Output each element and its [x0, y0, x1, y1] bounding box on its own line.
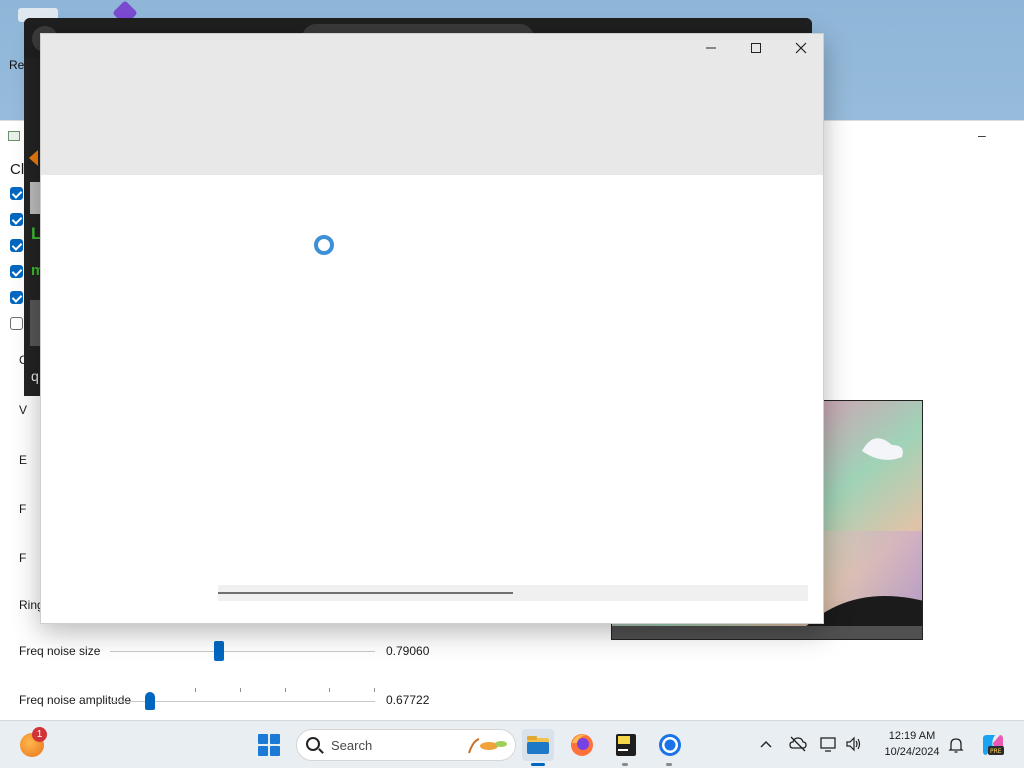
active-app-indicator: [531, 763, 545, 766]
setting-label: F: [19, 502, 27, 516]
loading-spinner: [314, 235, 334, 255]
copilot-icon[interactable]: PRE: [980, 733, 1006, 757]
minimize-button[interactable]: –: [978, 127, 986, 143]
slider-tick: [285, 688, 286, 692]
taskbar-search[interactable]: Search: [296, 729, 516, 761]
clock-time[interactable]: 12:19 AM: [872, 730, 952, 742]
firefox-icon: [571, 734, 593, 756]
minimize-button[interactable]: [688, 34, 734, 62]
close-icon: [795, 42, 807, 54]
slider-tick: [195, 688, 196, 692]
windows-logo-icon: [270, 734, 280, 744]
notification-badge: 1: [32, 727, 47, 742]
maximize-button[interactable]: [733, 34, 779, 62]
checkbox-2[interactable]: [10, 213, 23, 226]
setting-label: V: [19, 403, 28, 417]
chevron-up-icon[interactable]: [760, 739, 772, 749]
progress-track: [218, 585, 808, 601]
loading-window: [40, 33, 824, 624]
freq-noise-amplitude-label: Freq noise amplitude: [19, 693, 132, 707]
freq-noise-size-label: Freq noise size: [19, 644, 101, 658]
slider-tick: [329, 688, 330, 692]
network-icon[interactable]: [820, 736, 838, 752]
chrome-icon: [659, 734, 681, 756]
checkbox-5[interactable]: [10, 291, 23, 304]
windows-logo-icon: [258, 746, 268, 756]
close-button[interactable]: [778, 34, 824, 62]
svg-text:PRE: PRE: [990, 748, 1002, 755]
clock-date[interactable]: 10/24/2024: [872, 746, 952, 758]
start-button[interactable]: [258, 734, 280, 756]
taskbar: 1 Search 12:19 AM 10/24/2024 PRE: [0, 720, 1024, 768]
desktop-icon-label[interactable]: Re: [9, 58, 24, 72]
slider-tick: [374, 688, 375, 692]
notification-bell-icon[interactable]: [948, 736, 964, 754]
search-icon: [306, 737, 320, 751]
cloud-offline-icon[interactable]: [789, 736, 807, 752]
slider-tick: [240, 688, 241, 692]
freq-noise-size-value: 0.79060: [386, 644, 430, 658]
app-window-icon: [8, 131, 20, 141]
windows-logo-icon: [258, 734, 268, 744]
maximize-icon: [751, 43, 761, 53]
checkbox-3[interactable]: [10, 239, 23, 252]
setting-label: F: [19, 551, 27, 565]
setting-label: E: [19, 453, 28, 467]
running-app-indicator: [666, 763, 672, 766]
back-arrow-icon[interactable]: [29, 150, 38, 166]
checkbox-1[interactable]: [10, 187, 23, 200]
checkbox-6[interactable]: [10, 317, 23, 330]
volume-icon[interactable]: [845, 736, 863, 752]
freq-noise-amplitude-value: 0.67722: [386, 693, 430, 707]
panel-block: [30, 300, 40, 346]
file-explorer-button[interactable]: [522, 729, 554, 761]
minimize-icon: [706, 47, 716, 49]
search-placeholder: Search: [331, 738, 373, 753]
progress-bar: [218, 592, 513, 594]
windows-logo-icon: [270, 746, 280, 756]
checkbox-4[interactable]: [10, 265, 23, 278]
section-heading: Cl: [10, 161, 25, 178]
search-highlight-art: [468, 738, 507, 754]
terminal-app-icon: [616, 734, 636, 756]
panel-block: [30, 182, 40, 214]
freq-noise-size-thumb[interactable]: [213, 641, 224, 661]
terminal-app-button[interactable]: [610, 729, 642, 761]
panel-text: q: [31, 368, 39, 384]
firefox-button[interactable]: [566, 729, 598, 761]
chrome-button[interactable]: [654, 729, 686, 761]
running-app-indicator: [622, 763, 628, 766]
freq-noise-size-slider[interactable]: [110, 651, 375, 652]
freq-noise-amplitude-thumb[interactable]: [145, 692, 155, 710]
folder-icon: [527, 736, 549, 754]
